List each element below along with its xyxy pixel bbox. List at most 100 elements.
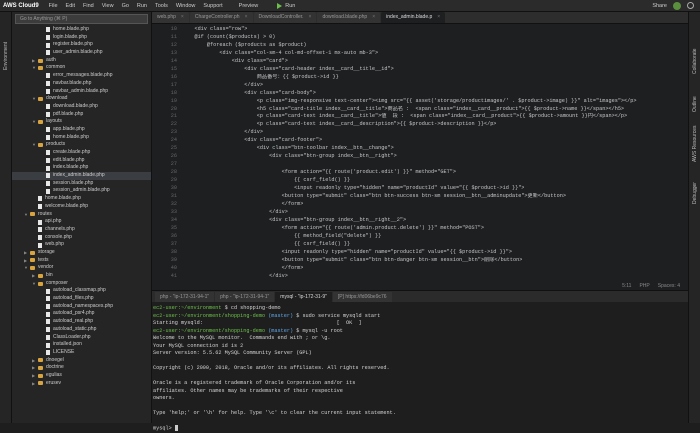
tree-file[interactable]: autoload_classmap.php — [12, 287, 151, 295]
tree-file[interactable]: console.php — [12, 234, 151, 242]
tree-file[interactable]: installed.json — [12, 341, 151, 349]
menu-support[interactable]: Support — [199, 3, 226, 9]
close-icon[interactable]: × — [245, 14, 248, 20]
menu-view[interactable]: View — [98, 3, 118, 9]
terminal-output[interactable]: ec2-user:~/environment $ cd shopping-dem… — [152, 302, 688, 433]
environment-tab[interactable]: Environment — [3, 42, 9, 70]
tree-file[interactable]: autoload_namespaces.php — [12, 303, 151, 311]
indent-setting[interactable]: Spaces: 4 — [658, 283, 680, 289]
aws-resources-tab[interactable]: AWS Resources — [692, 126, 698, 163]
folder-icon — [38, 373, 43, 378]
close-icon[interactable]: × — [181, 14, 184, 20]
tree-file[interactable]: navbar_admin.blade.php — [12, 88, 151, 96]
menu-run[interactable]: Run — [133, 3, 151, 9]
menu-edit[interactable]: Edit — [62, 3, 79, 9]
terminal-tab[interactable]: php - "ip-172-31-94-1" — [155, 292, 215, 302]
editor-tab[interactable]: download.blade.php × — [317, 12, 381, 23]
tree-file[interactable]: autoload_real.php — [12, 318, 151, 326]
tree-folder[interactable]: ▼ products — [12, 141, 151, 149]
tree-file[interactable]: session.blade.php — [12, 180, 151, 188]
tree-folder[interactable]: ▶ storage — [12, 249, 151, 257]
tree-folder[interactable]: ▶ auth — [12, 57, 151, 65]
terminal-line: ec2-user:~/environment/shopping-demo (ma… — [152, 313, 688, 321]
tree-folder[interactable]: ▼ composer — [12, 280, 151, 288]
editor-tab[interactable]: index_admin.blade.p × — [381, 12, 446, 23]
tree-folder[interactable]: ▼ common — [12, 64, 151, 72]
tree-folder[interactable]: ▼ layouts — [12, 118, 151, 126]
editor-tab[interactable]: DownloadController. × — [253, 12, 317, 23]
preview-button[interactable]: Preview — [235, 3, 263, 9]
menu-tools[interactable]: Tools — [151, 3, 172, 9]
code-line: 15 <div class="card-header index__card__… — [152, 66, 688, 74]
tree-item-label: installed.json — [53, 341, 82, 348]
goto-anything-input[interactable]: Go to Anything (⌘ P) — [15, 14, 148, 24]
tree-folder[interactable]: ▼ routes — [12, 211, 151, 219]
language-mode[interactable]: PHP — [639, 283, 649, 289]
tree-file[interactable]: login.blade.php — [12, 34, 151, 42]
close-icon[interactable]: × — [372, 14, 375, 20]
menu-file[interactable]: File — [45, 3, 62, 9]
tree-file[interactable]: pdf.blade.php — [12, 111, 151, 119]
tree-file[interactable]: create.blade.php — [12, 149, 151, 157]
tree-file[interactable]: user_admin.blade.php — [12, 49, 151, 57]
code-area[interactable]: 10 <div class="row"> 11 @if (count($produ… — [152, 26, 688, 280]
tree-item-label: index_admin.blade.php — [53, 172, 105, 179]
tree-file[interactable]: register.blade.php — [12, 41, 151, 49]
tree-folder[interactable]: ▶ egulias — [12, 372, 151, 380]
tree-file[interactable]: home.blade.php — [12, 26, 151, 34]
tree-file[interactable]: error_messages.blade.php — [12, 72, 151, 80]
debugger-tab[interactable]: Debugger — [692, 182, 698, 204]
app-brand[interactable]: AWS Cloud9 — [0, 3, 45, 9]
terminal-tab[interactable]: php - "ip-172-31-94-1" — [215, 292, 275, 302]
collaborate-tab[interactable]: Collaborate — [692, 48, 698, 74]
tree-file[interactable]: api.php — [12, 218, 151, 226]
share-button[interactable]: Share — [652, 3, 667, 9]
file-icon — [46, 111, 50, 117]
tree-file[interactable]: index.blade.php — [12, 164, 151, 172]
tree-file[interactable]: autoload_psr4.php — [12, 310, 151, 318]
menu-find[interactable]: Find — [79, 3, 98, 9]
editor-tab[interactable]: web.php × — [152, 12, 189, 23]
close-icon[interactable]: × — [437, 14, 440, 20]
tree-file[interactable]: index_admin.blade.php — [12, 172, 151, 180]
tree-file[interactable]: autoload_files.php — [12, 295, 151, 303]
tree-file[interactable]: autoload_static.php — [12, 326, 151, 334]
tree-file[interactable]: home.blade.php — [12, 195, 151, 203]
tree-file[interactable]: LICENSE — [12, 349, 151, 357]
menu-window[interactable]: Window — [172, 3, 200, 9]
editor-tab[interactable]: ChargeController.ph × — [189, 12, 253, 23]
code-text: <p class="card-text index__card__title">… — [182, 113, 628, 120]
tree-folder[interactable]: ▶ doctrine — [12, 364, 151, 372]
tree-folder[interactable]: ▶ tests — [12, 257, 151, 265]
tree-folder[interactable]: ▶ erusev — [12, 380, 151, 388]
tree-file[interactable]: web.php — [12, 241, 151, 249]
tree-file[interactable]: session_admin.blade.php — [12, 187, 151, 195]
tree-item-label: navbar.blade.php — [53, 79, 92, 86]
avatar[interactable] — [673, 1, 681, 10]
menu-go[interactable]: Go — [118, 3, 133, 9]
tree-file[interactable]: welcome.blade.php — [12, 203, 151, 211]
tree-folder[interactable]: ▼ vendor — [12, 264, 151, 272]
tree-folder[interactable]: ▶ bin — [12, 272, 151, 280]
tree-file[interactable]: download.blade.php — [12, 103, 151, 111]
close-icon[interactable]: × — [309, 14, 312, 20]
tree-item-label: web.php — [45, 241, 64, 248]
tree-file[interactable]: app.blade.php — [12, 126, 151, 134]
terminal-tab[interactable]: [P] https://fd06be9c76 — [332, 292, 392, 302]
line-number: 17 — [170, 81, 177, 88]
code-text: <div class="card"> — [182, 57, 288, 64]
tree-file[interactable]: navbar.blade.php — [12, 80, 151, 88]
run-button[interactable]: Run — [274, 2, 295, 9]
tree-file[interactable]: edit.blade.php — [12, 157, 151, 165]
tree-folder[interactable]: ▶ dnoegel — [12, 357, 151, 365]
file-icon — [46, 81, 50, 87]
terminal-tab[interactable]: mysql - "ip-172-31-9" — [275, 292, 332, 302]
tree-file[interactable]: home.blade.php — [12, 134, 151, 142]
tree-file[interactable]: channels.php — [12, 226, 151, 234]
gear-icon[interactable] — [687, 2, 694, 9]
line-number: 28 — [170, 169, 177, 176]
tree-file[interactable]: ClassLoader.php — [12, 334, 151, 342]
tree-folder[interactable]: ▼ download — [12, 95, 151, 103]
line-number: 24 — [170, 137, 177, 144]
outline-tab[interactable]: Outline — [692, 96, 698, 112]
